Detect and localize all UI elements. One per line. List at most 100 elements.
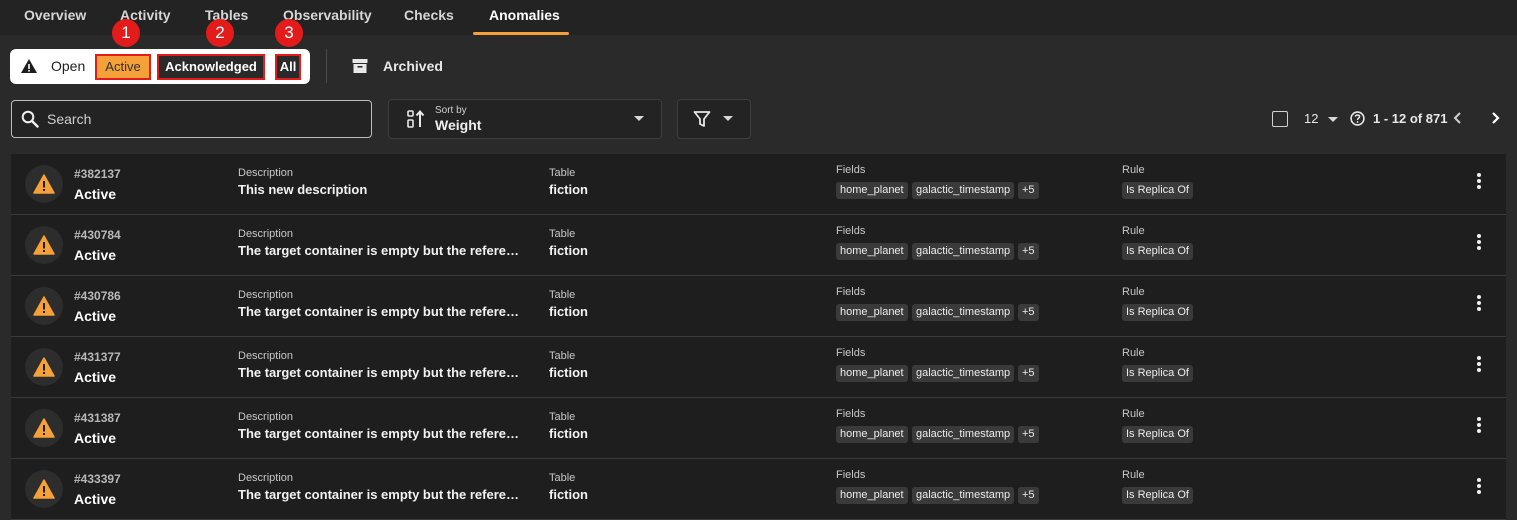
tab-checks[interactable]: Checks <box>404 0 454 35</box>
status-active-button[interactable]: Active <box>95 54 151 80</box>
description-caption: Description <box>238 228 294 240</box>
more-options-icon[interactable] <box>1475 417 1483 439</box>
page-size-select[interactable]: 12 <box>1304 111 1318 126</box>
field-chip: home_planet <box>836 182 908 199</box>
more-fields-chip[interactable]: +5 <box>1018 487 1039 504</box>
rule-chip: Is Replica Of <box>1122 243 1193 260</box>
rule-caption: Rule <box>1122 408 1145 420</box>
rule-caption: Rule <box>1122 347 1145 359</box>
search-placeholder: Search <box>47 111 92 127</box>
more-options-icon[interactable] <box>1475 234 1483 256</box>
rule-caption: Rule <box>1122 469 1145 481</box>
warning-icon <box>21 59 37 73</box>
field-chip: galactic_timestamp <box>912 243 1015 260</box>
description-value: The target container is empty but the re… <box>238 365 523 380</box>
archive-icon[interactable] <box>352 58 368 74</box>
chevron-down-icon <box>723 116 733 121</box>
anomaly-status: Active <box>74 430 117 446</box>
table-caption: Table <box>549 472 576 484</box>
status-open-label[interactable]: Open <box>51 58 85 74</box>
status-acknowledged-button[interactable]: Acknowledged <box>157 54 265 80</box>
more-options-icon[interactable] <box>1475 478 1483 500</box>
filter-button[interactable] <box>677 99 751 139</box>
anomaly-status: Active <box>74 247 117 263</box>
anomaly-id[interactable]: #430784 <box>74 228 121 242</box>
tab-overview[interactable]: Overview <box>24 0 86 35</box>
field-chip: galactic_timestamp <box>912 426 1015 443</box>
table-value[interactable]: fiction <box>549 365 588 380</box>
table-value[interactable]: fiction <box>549 243 588 258</box>
callout-badge-1: 1 <box>112 19 140 47</box>
anomaly-row[interactable]: #430784 Active Description The target co… <box>11 215 1506 276</box>
anomaly-row[interactable]: #430786 Active Description The target co… <box>11 276 1506 337</box>
more-fields-chip[interactable]: +5 <box>1018 426 1039 443</box>
anomaly-row[interactable]: #431377 Active Description The target co… <box>11 337 1506 398</box>
warning-icon <box>33 174 55 194</box>
tab-anomalies[interactable]: Anomalies <box>489 0 560 35</box>
description-value: This new description <box>238 182 368 197</box>
chevron-left-icon[interactable] <box>1450 110 1466 126</box>
more-options-icon[interactable] <box>1475 173 1483 195</box>
more-fields-chip[interactable]: +5 <box>1018 182 1039 199</box>
description-value: The target container is empty but the re… <box>238 426 523 441</box>
field-chip: home_planet <box>836 365 908 382</box>
archived-toggle[interactable]: Archived <box>383 58 443 74</box>
anomaly-id[interactable]: #382137 <box>74 167 121 181</box>
more-fields-chip[interactable]: +5 <box>1018 365 1039 382</box>
warning-icon <box>33 357 55 377</box>
more-options-icon[interactable] <box>1475 295 1483 317</box>
table-value[interactable]: fiction <box>549 487 588 502</box>
description-caption: Description <box>238 472 294 484</box>
table-caption: Table <box>549 228 576 240</box>
chevron-down-icon[interactable] <box>1328 117 1338 122</box>
anomaly-status: Active <box>74 369 117 385</box>
table-value[interactable]: fiction <box>549 304 588 319</box>
search-input[interactable]: Search <box>11 100 372 138</box>
table-caption: Table <box>549 411 576 423</box>
field-chip: home_planet <box>836 487 908 504</box>
anomaly-status: Active <box>74 491 117 507</box>
sort-select[interactable]: Sort by Weight <box>388 99 662 139</box>
warning-icon <box>33 418 55 438</box>
anomaly-id[interactable]: #433397 <box>74 472 121 486</box>
description-caption: Description <box>238 350 294 362</box>
select-all-checkbox[interactable] <box>1272 111 1288 127</box>
anomaly-id[interactable]: #431377 <box>74 350 121 364</box>
anomaly-row[interactable]: #431387 Active Description The target co… <box>11 398 1506 459</box>
callout-badge-3: 3 <box>275 19 303 47</box>
anomaly-status-icon-wrap <box>25 348 63 386</box>
anomaly-row[interactable]: #433397 Active Description The target co… <box>11 459 1506 520</box>
anomaly-id[interactable]: #431387 <box>74 411 121 425</box>
warning-icon <box>33 296 55 316</box>
sort-caption: Sort by <box>435 105 467 116</box>
more-fields-chip[interactable]: +5 <box>1018 243 1039 260</box>
search-icon <box>21 110 39 128</box>
anomaly-list: #382137 Active Description This new desc… <box>11 154 1506 520</box>
status-all-button[interactable]: All <box>275 54 301 80</box>
more-fields-chip[interactable]: +5 <box>1018 304 1039 321</box>
anomaly-row[interactable]: #382137 Active Description This new desc… <box>11 154 1506 215</box>
field-chip: galactic_timestamp <box>912 182 1015 199</box>
fields-caption: Fields <box>836 408 866 420</box>
status-filter-group: Open Active Acknowledged All <box>10 49 310 84</box>
fields-caption: Fields <box>836 347 866 359</box>
active-tab-indicator <box>473 32 569 35</box>
table-value[interactable]: fiction <box>549 182 588 197</box>
help-icon[interactable] <box>1350 111 1365 126</box>
rule-caption: Rule <box>1122 225 1145 237</box>
fields-caption: Fields <box>836 164 866 176</box>
warning-icon <box>33 235 55 255</box>
anomaly-status: Active <box>74 308 117 324</box>
chevron-right-icon[interactable] <box>1487 110 1503 126</box>
table-value[interactable]: fiction <box>549 426 588 441</box>
warning-icon <box>33 479 55 499</box>
field-chip: galactic_timestamp <box>912 487 1015 504</box>
anomaly-status-icon-wrap <box>25 165 63 203</box>
field-chip: home_planet <box>836 426 908 443</box>
more-options-icon[interactable] <box>1475 356 1483 378</box>
description-caption: Description <box>238 289 294 301</box>
rule-chip: Is Replica Of <box>1122 304 1193 321</box>
field-chip: home_planet <box>836 304 908 321</box>
anomaly-id[interactable]: #430786 <box>74 289 121 303</box>
anomaly-status-icon-wrap <box>25 226 63 264</box>
